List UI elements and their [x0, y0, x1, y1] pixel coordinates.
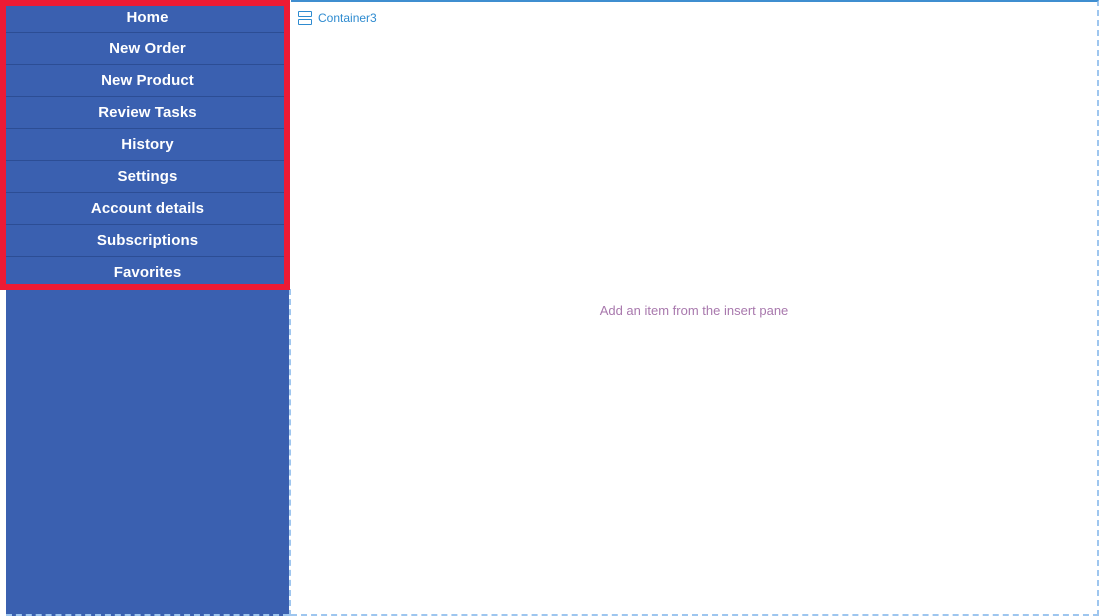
sidebar-item-new-product[interactable]: New Product	[6, 65, 289, 97]
empty-state-message: Add an item from the insert pane	[599, 302, 789, 318]
sidebar-item-favorites[interactable]: Favorites	[6, 257, 289, 289]
sidebar-item-account-details[interactable]: Account details	[6, 193, 289, 225]
sidebar-item-new-order[interactable]: New Order	[6, 33, 289, 65]
sidebar: Home New Order New Product Review Tasks …	[6, 0, 289, 616]
container-title: Container3	[318, 11, 377, 25]
design-surface[interactable]: Container3 Add an item from the insert p…	[291, 0, 1099, 616]
container-icon-top-pane	[298, 10, 312, 17]
sidebar-item-settings[interactable]: Settings	[6, 161, 289, 193]
sidebar-item-review-tasks[interactable]: Review Tasks	[6, 97, 289, 129]
empty-state: Add an item from the insert pane	[291, 2, 1097, 614]
container-icon-bottom-pane	[298, 18, 312, 25]
sidebar-item-subscriptions[interactable]: Subscriptions	[6, 225, 289, 257]
sidebar-item-home[interactable]: Home	[6, 1, 289, 33]
sidebar-item-history[interactable]: History	[6, 129, 289, 161]
container-header[interactable]: Container3	[298, 9, 377, 27]
sidebar-nav-list: Home New Order New Product Review Tasks …	[6, 1, 289, 289]
app-root: Home New Order New Product Review Tasks …	[0, 0, 1099, 616]
split-container-icon	[298, 10, 312, 26]
